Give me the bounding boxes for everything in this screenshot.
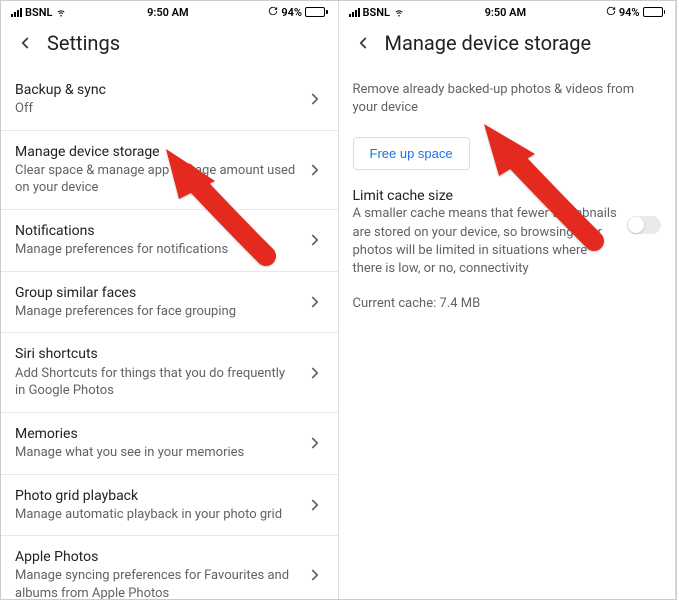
item-title: Manage device storage xyxy=(15,143,298,161)
item-manage-device-storage[interactable]: Manage device storage Clear space & mana… xyxy=(1,131,338,210)
item-title: Backup & sync xyxy=(15,81,298,99)
time-label: 9:50 AM xyxy=(485,6,527,19)
sync-icon xyxy=(268,6,278,19)
manage-storage-screen: BSNL 9:50 AM 94% Manage device storage R… xyxy=(339,1,677,599)
status-bar: BSNL 9:50 AM 94% xyxy=(1,1,338,21)
cache-title: Limit cache size xyxy=(353,188,620,204)
item-apple-photos[interactable]: Apple Photos Manage syncing preferences … xyxy=(1,536,338,599)
item-notifications[interactable]: Notifications Manage preferences for not… xyxy=(1,210,338,272)
chevron-right-icon xyxy=(306,434,324,452)
item-title: Notifications xyxy=(15,222,298,240)
battery-percent: 94% xyxy=(281,6,302,19)
item-siri-shortcuts[interactable]: Siri shortcuts Add Shortcuts for things … xyxy=(1,333,338,412)
item-subtitle: Manage preferences for face grouping xyxy=(15,303,298,321)
item-title: Group similar faces xyxy=(15,284,298,302)
current-cache-label: Current cache: 7.4 MB xyxy=(339,278,676,311)
chevron-right-icon xyxy=(306,90,324,108)
time-label: 9:50 AM xyxy=(147,6,189,19)
wifi-icon xyxy=(55,6,67,18)
signal-icon xyxy=(349,8,360,17)
settings-screen: BSNL 9:50 AM 94% Settings Backup & sync … xyxy=(1,1,339,599)
item-subtitle: Off xyxy=(15,100,298,118)
page-title: Settings xyxy=(47,31,120,55)
back-button[interactable] xyxy=(15,33,35,53)
status-bar: BSNL 9:50 AM 94% xyxy=(339,1,676,21)
limit-cache-toggle[interactable] xyxy=(627,216,661,234)
limit-cache-row: Limit cache size A smaller cache means t… xyxy=(339,184,676,278)
item-subtitle: Manage automatic playback in your photo … xyxy=(15,506,298,524)
storage-header: Manage device storage xyxy=(339,21,676,69)
sync-icon xyxy=(606,6,616,19)
item-subtitle: Manage what you see in your memories xyxy=(15,444,298,462)
item-subtitle: Clear space & manage app storage amount … xyxy=(15,162,298,197)
intro-section: Remove already backed-up photos & videos… xyxy=(339,69,676,123)
chevron-right-icon xyxy=(306,293,324,311)
battery-percent: 94% xyxy=(619,6,640,19)
carrier-label: BSNL xyxy=(25,6,52,19)
signal-icon xyxy=(11,8,22,17)
settings-list: Backup & sync Off Manage device storage … xyxy=(1,69,338,599)
item-group-similar-faces[interactable]: Group similar faces Manage preferences f… xyxy=(1,272,338,334)
chevron-right-icon xyxy=(306,566,324,584)
item-subtitle: Manage preferences for notifications xyxy=(15,241,298,259)
intro-text: Remove already backed-up photos & videos… xyxy=(353,81,662,117)
battery-icon xyxy=(305,7,328,17)
battery-icon xyxy=(643,7,666,17)
wifi-icon xyxy=(393,6,405,18)
page-title: Manage device storage xyxy=(385,31,592,55)
back-button[interactable] xyxy=(353,33,373,53)
item-title: Memories xyxy=(15,425,298,443)
item-memories[interactable]: Memories Manage what you see in your mem… xyxy=(1,413,338,475)
chevron-right-icon xyxy=(306,364,324,382)
cache-description: A smaller cache means that fewer thumbna… xyxy=(353,205,620,278)
item-subtitle: Manage syncing preferences for Favourite… xyxy=(15,567,298,599)
item-title: Apple Photos xyxy=(15,548,298,566)
chevron-right-icon xyxy=(306,496,324,514)
item-backup-sync[interactable]: Backup & sync Off xyxy=(1,69,338,131)
item-photo-grid-playback[interactable]: Photo grid playback Manage automatic pla… xyxy=(1,475,338,537)
chevron-right-icon xyxy=(306,161,324,179)
settings-header: Settings xyxy=(1,21,338,69)
carrier-label: BSNL xyxy=(363,6,390,19)
chevron-right-icon xyxy=(306,231,324,249)
item-title: Siri shortcuts xyxy=(15,345,298,363)
free-up-space-button[interactable]: Free up space xyxy=(353,137,470,170)
item-title: Photo grid playback xyxy=(15,487,298,505)
item-subtitle: Add Shortcuts for things that you do fre… xyxy=(15,365,298,400)
